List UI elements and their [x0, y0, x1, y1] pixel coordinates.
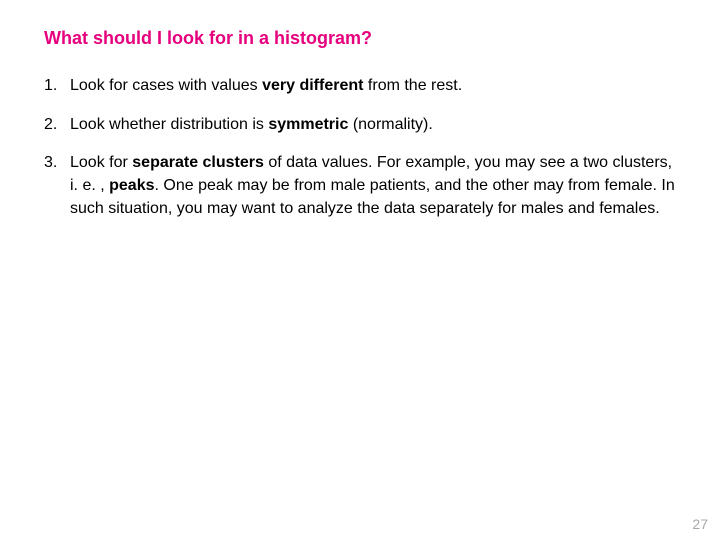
numbered-list: 1. Look for cases with values very diffe…	[44, 75, 676, 221]
item-number: 1.	[44, 75, 70, 98]
slide: What should I look for in a histogram? 1…	[0, 0, 720, 540]
list-item: 1. Look for cases with values very diffe…	[44, 75, 676, 98]
item-body: Look for separate clusters of data value…	[70, 152, 676, 220]
bold-text: separate clusters	[132, 154, 264, 171]
page-number: 27	[692, 516, 708, 532]
text: Look for	[70, 154, 132, 171]
list-item: 2. Look whether distribution is symmetri…	[44, 114, 676, 137]
item-number: 3.	[44, 152, 70, 220]
bold-text: symmetric	[268, 116, 348, 133]
item-body: Look for cases with values very differen…	[70, 75, 676, 98]
item-number: 2.	[44, 114, 70, 137]
text: from the rest.	[363, 77, 462, 94]
text: Look for cases with values	[70, 77, 262, 94]
text: Look whether distribution is	[70, 116, 268, 133]
text: (normality).	[348, 116, 432, 133]
bold-text: peaks	[109, 177, 154, 194]
item-body: Look whether distribution is symmetric (…	[70, 114, 676, 137]
page-title: What should I look for in a histogram?	[44, 28, 676, 49]
text: . One peak may be from male patients, an…	[70, 177, 675, 217]
bold-text: very different	[262, 77, 363, 94]
list-item: 3. Look for separate clusters of data va…	[44, 152, 676, 220]
